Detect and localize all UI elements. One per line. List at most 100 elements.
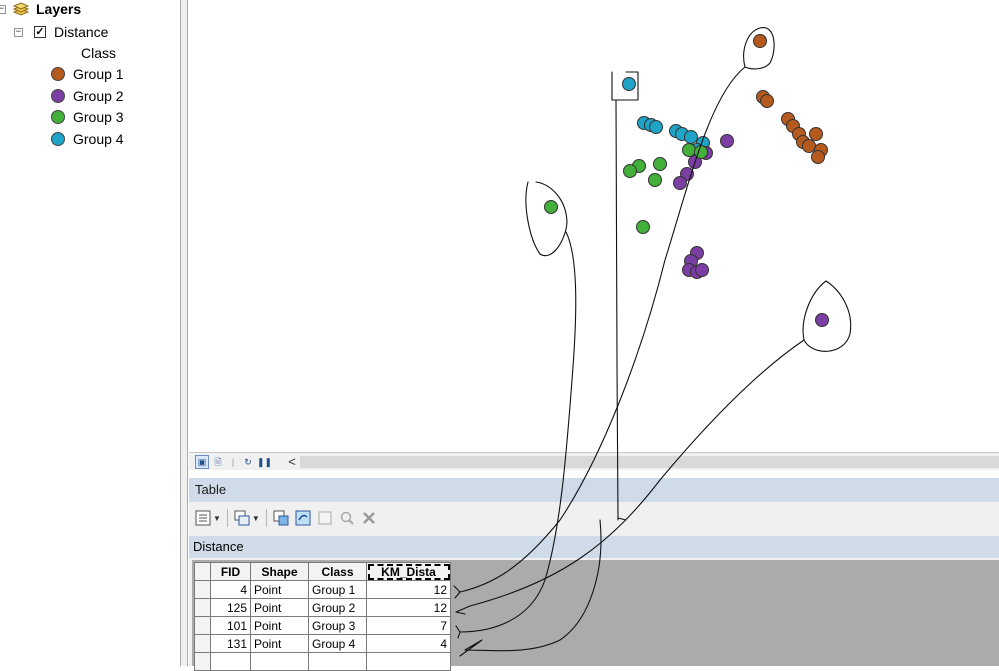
row-selector[interactable] (194, 616, 211, 635)
map-status-bar: ▣ 🗎 | ↻ ❚❚ < (189, 452, 999, 470)
map-point-group-3[interactable] (623, 164, 637, 178)
toc-root-row[interactable]: − Layers (0, 1, 81, 17)
map-point-group-2[interactable] (673, 176, 687, 190)
table-row[interactable]: 125 Point Group 2 12 (194, 598, 451, 617)
toc-class-row[interactable]: Group 4 (51, 131, 124, 147)
attribute-grid-area: FID Shape Class KM_Dista 4 Point Group 1… (192, 560, 999, 671)
cell-fid[interactable] (210, 652, 251, 671)
cell-km-dista[interactable]: 4 (366, 634, 451, 653)
map-point-group-1[interactable] (811, 150, 825, 164)
group-2-symbol-icon (51, 89, 65, 103)
switch-selection-icon[interactable] (295, 510, 311, 526)
layers-root-label: Layers (36, 1, 82, 17)
clear-selection-icon[interactable] (317, 510, 333, 526)
table-header-row: FID Shape Class KM_Dista (194, 562, 451, 581)
map-point-group-4[interactable] (622, 77, 636, 91)
layers-icon (12, 2, 30, 16)
refresh-icon[interactable]: ↻ (242, 456, 254, 468)
cell-shape[interactable]: Point (250, 634, 309, 653)
toc-layer-row[interactable]: − ✓ Distance (14, 24, 108, 40)
select-by-attributes-icon[interactable] (273, 510, 289, 526)
map-point-group-3[interactable] (636, 220, 650, 234)
map-point-group-1[interactable] (809, 127, 823, 141)
cell-fid[interactable]: 125 (210, 598, 251, 617)
map-point-group-4[interactable] (649, 120, 663, 134)
table-toolbar: ▼ ▼ (189, 503, 999, 533)
cell-class[interactable]: Group 1 (308, 580, 367, 599)
group-3-symbol-icon (51, 110, 65, 124)
cell-km-dista[interactable]: 12 (366, 580, 451, 599)
row-selector[interactable] (194, 598, 211, 617)
map-view[interactable] (189, 0, 999, 452)
separator: | (231, 456, 235, 467)
map-point-group-1[interactable] (753, 34, 767, 48)
map-point-group-3[interactable] (694, 145, 708, 159)
group-1-symbol-icon (51, 67, 65, 81)
map-point-group-1[interactable] (760, 94, 774, 108)
table-row[interactable]: 4 Point Group 1 12 (194, 580, 451, 599)
table-tab-distance[interactable]: Distance (193, 539, 244, 554)
zoom-to-selected-icon[interactable] (339, 510, 355, 526)
group-4-symbol-icon (51, 132, 65, 146)
column-header-shape[interactable]: Shape (250, 562, 309, 581)
toc-class-row[interactable]: Group 1 (51, 66, 124, 82)
cell-fid[interactable]: 131 (210, 634, 251, 653)
table-row[interactable]: 101 Point Group 3 7 (194, 616, 451, 635)
collapse-icon[interactable]: − (0, 4, 6, 14)
map-point-group-3[interactable] (682, 143, 696, 157)
table-options-icon[interactable] (195, 510, 211, 526)
row-selector[interactable] (194, 634, 211, 653)
row-selector[interactable] (194, 652, 211, 671)
class-label: Group 3 (73, 109, 124, 125)
horizontal-scrollbar[interactable] (300, 456, 999, 468)
panel-splitter[interactable] (180, 0, 188, 666)
map-point-group-3[interactable] (544, 200, 558, 214)
pause-icon[interactable]: ❚❚ (257, 456, 272, 468)
cell-shape[interactable]: Point (250, 616, 309, 635)
cell-class[interactable] (308, 652, 367, 671)
cell-class[interactable]: Group 2 (308, 598, 367, 617)
cell-class[interactable]: Group 3 (308, 616, 367, 635)
data-view-icon[interactable]: ▣ (195, 454, 209, 469)
column-header-fid[interactable]: FID (210, 562, 251, 581)
cell-shape[interactable]: Point (250, 580, 309, 599)
row-selector-header[interactable] (194, 562, 211, 581)
table-window: Table ▼ ▼ Distance FID Shape Class KM_Di… (189, 478, 999, 671)
related-tables-icon[interactable] (234, 510, 250, 526)
map-point-group-2[interactable] (815, 313, 829, 327)
layer-name[interactable]: Distance (54, 24, 108, 40)
cell-class[interactable]: Group 4 (308, 634, 367, 653)
map-point-group-2[interactable] (695, 263, 709, 277)
collapse-icon[interactable]: − (14, 27, 23, 37)
row-selector[interactable] (194, 580, 211, 599)
table-of-contents: − Layers − ✓ Distance Class Group 1 Grou… (0, 0, 180, 666)
map-point-group-3[interactable] (648, 173, 662, 187)
map-point-group-1[interactable] (802, 139, 816, 153)
cell-fid[interactable]: 101 (210, 616, 251, 635)
chevron-down-icon[interactable]: ▼ (252, 514, 260, 523)
table-row[interactable] (194, 652, 451, 671)
map-canvas[interactable] (189, 0, 999, 452)
column-header-km-dista[interactable]: KM_Dista (366, 562, 451, 581)
column-header-class[interactable]: Class (308, 562, 367, 581)
cell-km-dista[interactable]: 7 (366, 616, 451, 635)
cell-shape[interactable]: Point (250, 598, 309, 617)
cell-km-dista[interactable]: 12 (366, 598, 451, 617)
delete-selected-icon[interactable] (361, 510, 377, 526)
cell-km-dista[interactable] (366, 652, 451, 671)
layout-view-icon[interactable]: 🗎 (212, 456, 224, 468)
map-point-group-3[interactable] (653, 157, 667, 171)
toc-class-row[interactable]: Group 3 (51, 109, 124, 125)
map-point-group-4[interactable] (684, 130, 698, 144)
cell-fid[interactable]: 4 (210, 580, 251, 599)
toc-class-row[interactable]: Group 2 (51, 88, 124, 104)
map-point-group-2[interactable] (720, 134, 734, 148)
scroll-left-button[interactable]: < (286, 455, 298, 468)
class-label: Group 2 (73, 88, 124, 104)
symbology-field-label: Class (81, 45, 117, 61)
table-row[interactable]: 131 Point Group 4 4 (194, 634, 451, 653)
layer-visibility-checkbox[interactable]: ✓ (34, 26, 46, 38)
class-label: Group 1 (73, 66, 124, 82)
cell-shape[interactable] (250, 652, 309, 671)
chevron-down-icon[interactable]: ▼ (213, 514, 221, 523)
